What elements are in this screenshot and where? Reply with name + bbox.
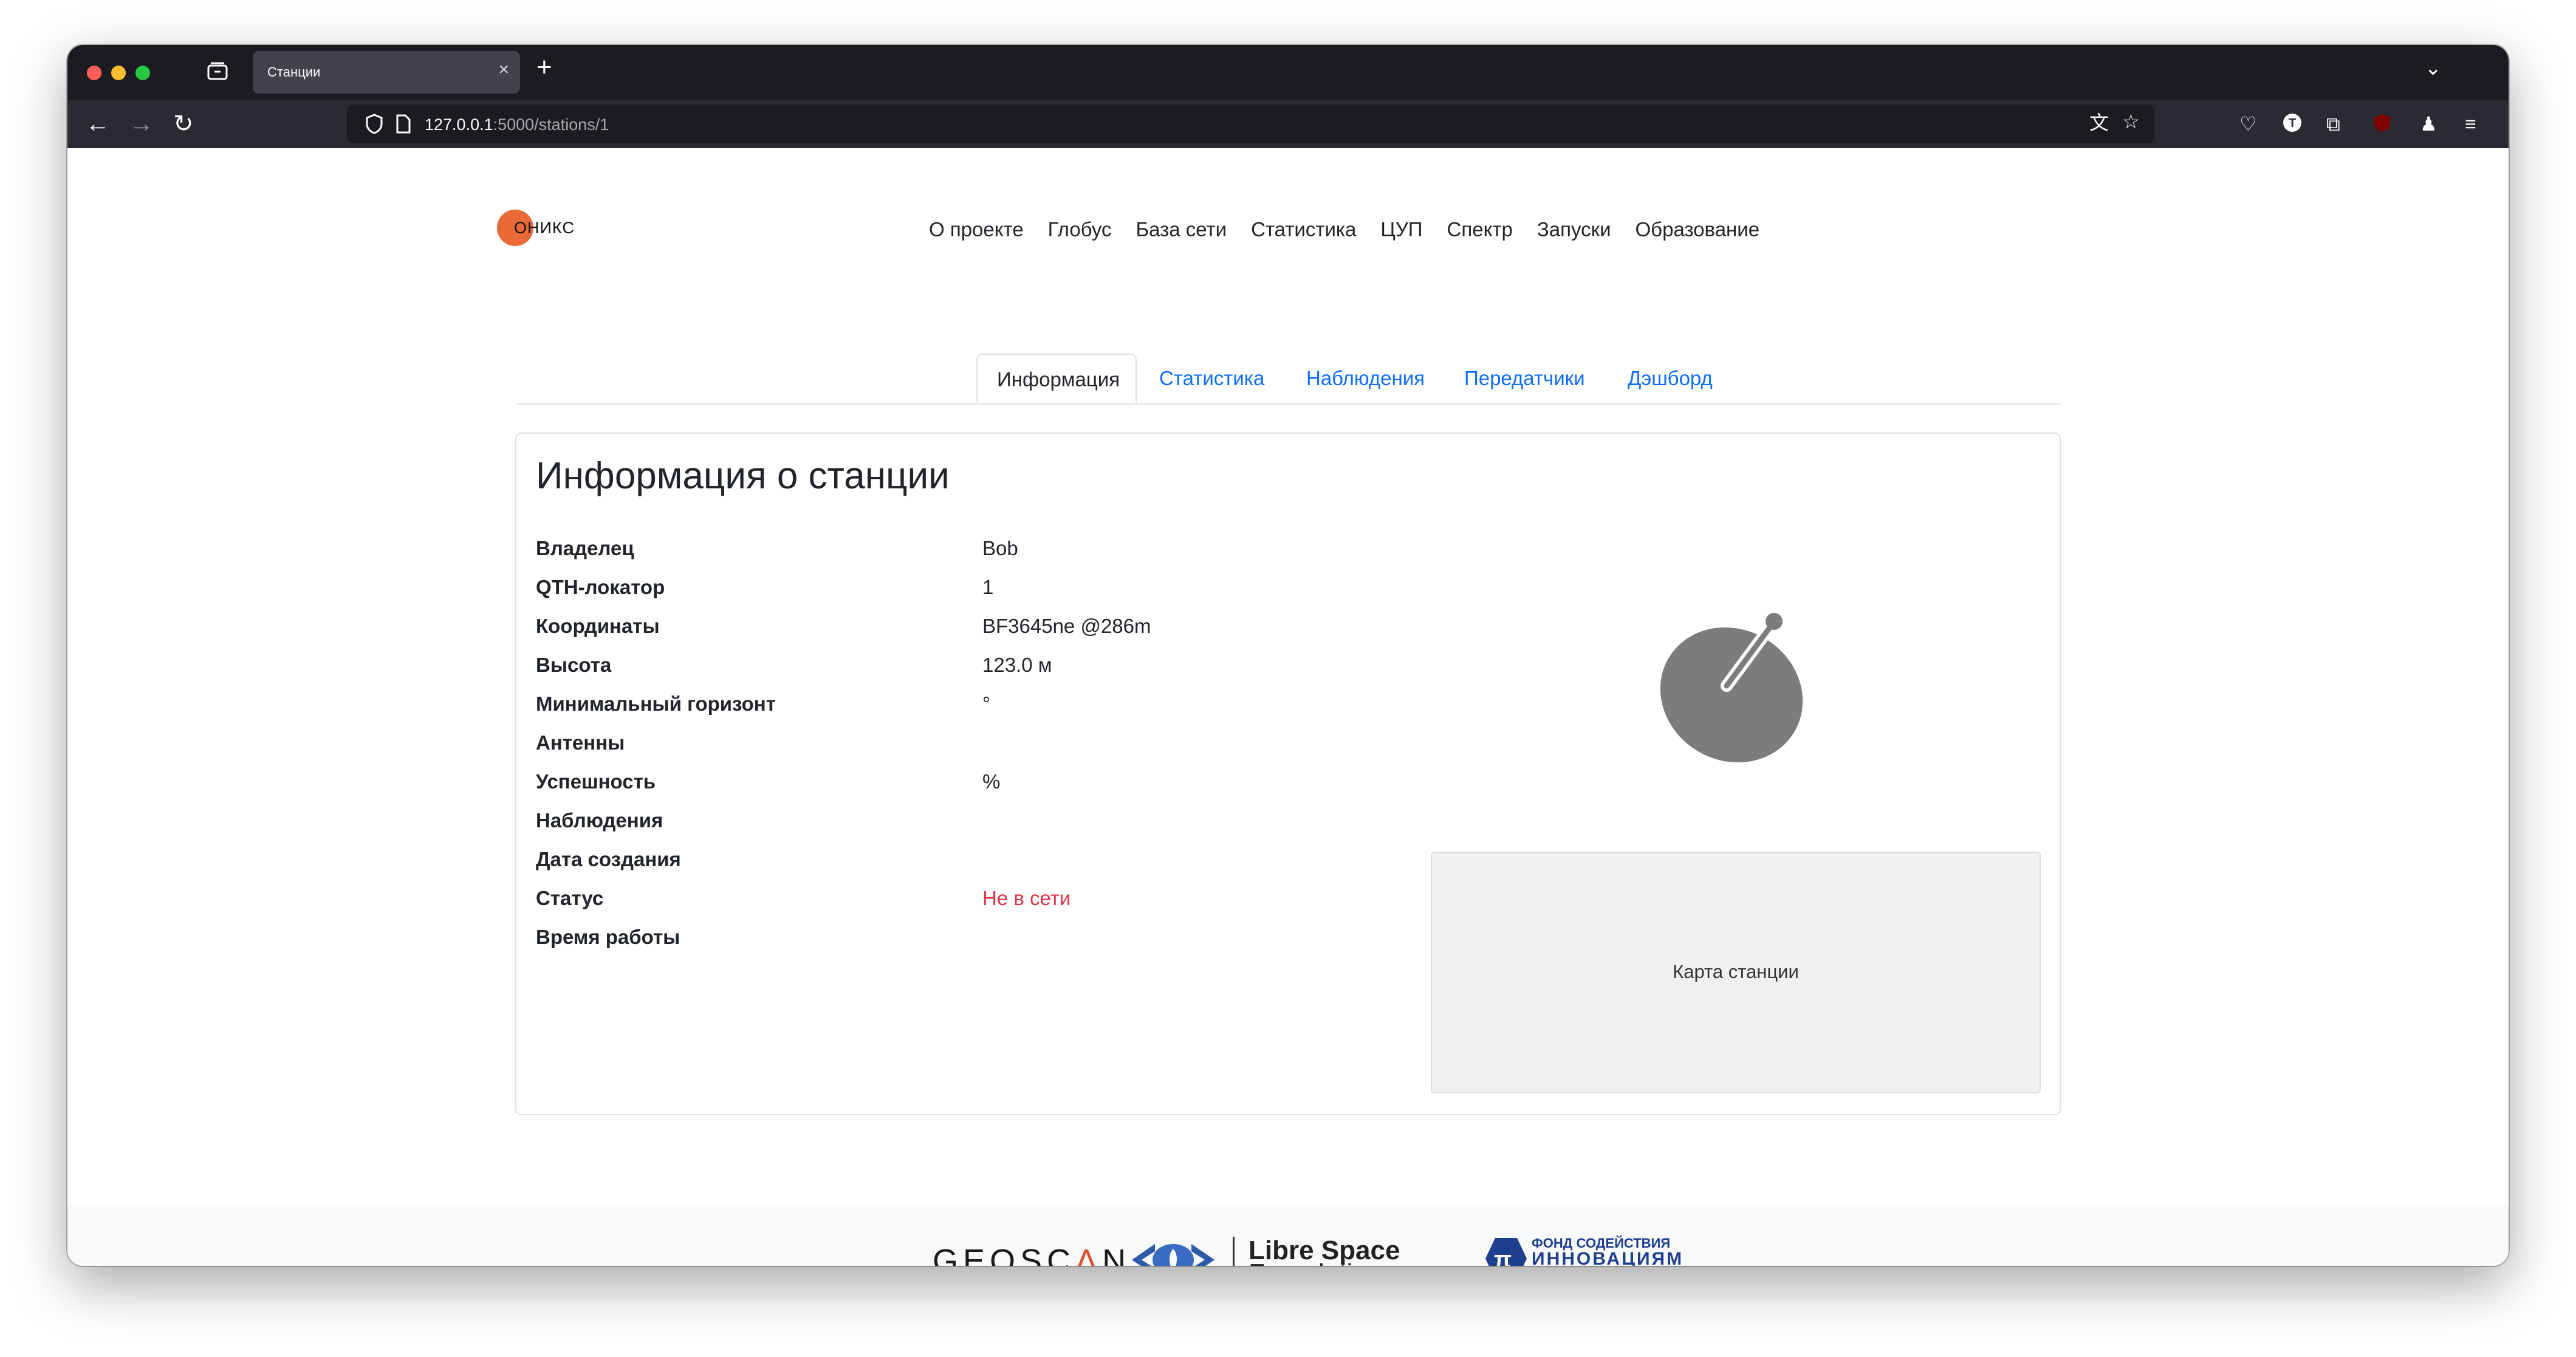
back-arrow-icon[interactable]: ← xyxy=(86,109,110,138)
browser-tab-active[interactable]: Станции × xyxy=(253,51,520,94)
svg-text:T: T xyxy=(2289,117,2296,130)
svg-text:π: π xyxy=(1494,1247,1512,1266)
info-label: Владелец xyxy=(536,537,634,559)
info-label: Время работы xyxy=(536,926,680,948)
libre-space-logo-mark xyxy=(1132,1244,1214,1266)
tab-dashboard[interactable]: Дэшборд xyxy=(1628,354,1713,403)
libre-space-logo-line2: Foundation xyxy=(1249,1259,1382,1266)
card-title: Информация о станции xyxy=(536,455,950,497)
new-tab-button[interactable]: + xyxy=(536,52,552,83)
tab-observations[interactable]: Наблюдения xyxy=(1306,354,1425,403)
info-label: Дата создания xyxy=(536,848,681,870)
ublock-icon[interactable] xyxy=(2373,113,2391,137)
logo-text: ОНИКС xyxy=(514,219,575,237)
browser-window: Станции × + ⌄ ← → ↻ 127.0.0.1:5000/stati… xyxy=(67,45,2509,1266)
tab-info[interactable]: Информация xyxy=(976,354,1137,403)
reload-icon[interactable]: ↻ xyxy=(173,109,194,138)
info-value: BF3645ne @286m xyxy=(982,615,1151,637)
tab-transmitters[interactable]: Передатчики xyxy=(1464,354,1585,403)
menu-hamburger-icon[interactable]: ≡ xyxy=(2465,113,2476,135)
info-label: QTH-локатор xyxy=(536,576,665,598)
logo-divider xyxy=(1233,1237,1235,1266)
translate-icon[interactable]: 文 xyxy=(2089,112,2109,134)
address-bar[interactable]: 127.0.0.1:5000/stations/1 文 ☆ xyxy=(347,104,2154,143)
pocket-icon[interactable]: ♡ xyxy=(2239,113,2257,135)
page-footer: GEOSCΛN Libre Space Foundation π ФОНД СО… xyxy=(67,1205,2509,1266)
tab-overview-icon[interactable] xyxy=(207,62,228,80)
info-label: Координаты xyxy=(536,615,660,637)
browser-toolbar: ← → ↻ 127.0.0.1:5000/stations/1 文 ☆ ♡ T … xyxy=(67,100,2509,148)
info-value: Bob xyxy=(982,537,1018,559)
fsi-logo-mark: π xyxy=(1485,1238,1527,1266)
bookmark-star-icon[interactable]: ☆ xyxy=(2122,111,2140,132)
tab-list-chevron-icon[interactable]: ⌄ xyxy=(2425,56,2442,80)
extensions-icon[interactable]: ⧉ xyxy=(2326,113,2340,135)
info-value: % xyxy=(982,770,1001,793)
nav-link-globe[interactable]: Глобус xyxy=(1048,218,1112,241)
nav-link-mission-control[interactable]: ЦУП xyxy=(1380,218,1422,241)
url-text[interactable]: 127.0.0.1:5000/stations/1 xyxy=(425,115,609,134)
station-tabs: Информация Статистика Наблюдения Передат… xyxy=(516,354,2061,405)
info-label: Антенны xyxy=(536,731,625,754)
nav-link-launches[interactable]: Запуски xyxy=(1537,218,1611,241)
forward-arrow-icon[interactable]: → xyxy=(129,109,154,138)
fsi-logo-line2: ИННОВАЦИЯМ xyxy=(1532,1249,1684,1266)
minimize-window-button[interactable] xyxy=(111,66,126,80)
page-content: ОНИКС О проекте Глобус База сети Статист… xyxy=(67,148,2509,1266)
browser-tab-title: Станции xyxy=(267,64,321,80)
satellite-dish-icon xyxy=(1660,613,1803,763)
nav-link-about[interactable]: О проекте xyxy=(929,218,1024,241)
info-label: Успешность xyxy=(536,770,656,793)
site-logo[interactable]: ОНИКС xyxy=(497,210,576,246)
shield-icon[interactable] xyxy=(365,113,383,135)
nav-link-statistics[interactable]: Статистика xyxy=(1251,218,1356,241)
status-badge: Не в сети xyxy=(982,887,1071,909)
close-tab-icon[interactable]: × xyxy=(498,60,509,80)
close-window-button[interactable] xyxy=(87,66,101,80)
account-icon[interactable]: T xyxy=(2283,113,2302,137)
page-icon xyxy=(396,114,411,134)
info-value: 123.0 м xyxy=(982,654,1052,676)
station-info-card: Информация о станции Владелец Bob QTH-ло… xyxy=(515,432,2061,1115)
maximize-window-button[interactable] xyxy=(135,66,150,80)
browser-tab-strip: Станции × + ⌄ xyxy=(67,45,2509,100)
extension-puzzle-icon[interactable]: ♟ xyxy=(2420,113,2437,135)
info-label: Высота xyxy=(536,654,612,676)
geoscan-logo[interactable]: GEOSCΛN xyxy=(933,1242,1131,1266)
info-label: Наблюдения xyxy=(536,809,663,832)
map-placeholder-label: Карта станции xyxy=(1673,961,1799,982)
nav-link-education[interactable]: Образование xyxy=(1636,218,1760,241)
site-nav: О проекте Глобус База сети Статистика ЦУ… xyxy=(929,218,1759,241)
info-label: Статус xyxy=(536,887,604,909)
station-map[interactable]: Карта станции xyxy=(1431,852,2041,1093)
nav-link-network-db[interactable]: База сети xyxy=(1136,218,1227,241)
info-value: 1 xyxy=(982,576,994,598)
tab-statistics[interactable]: Статистика xyxy=(1159,354,1264,403)
info-label: Минимальный горизонт xyxy=(536,692,776,715)
info-value: ° xyxy=(982,692,991,715)
nav-link-spectrum[interactable]: Спектр xyxy=(1447,218,1513,241)
